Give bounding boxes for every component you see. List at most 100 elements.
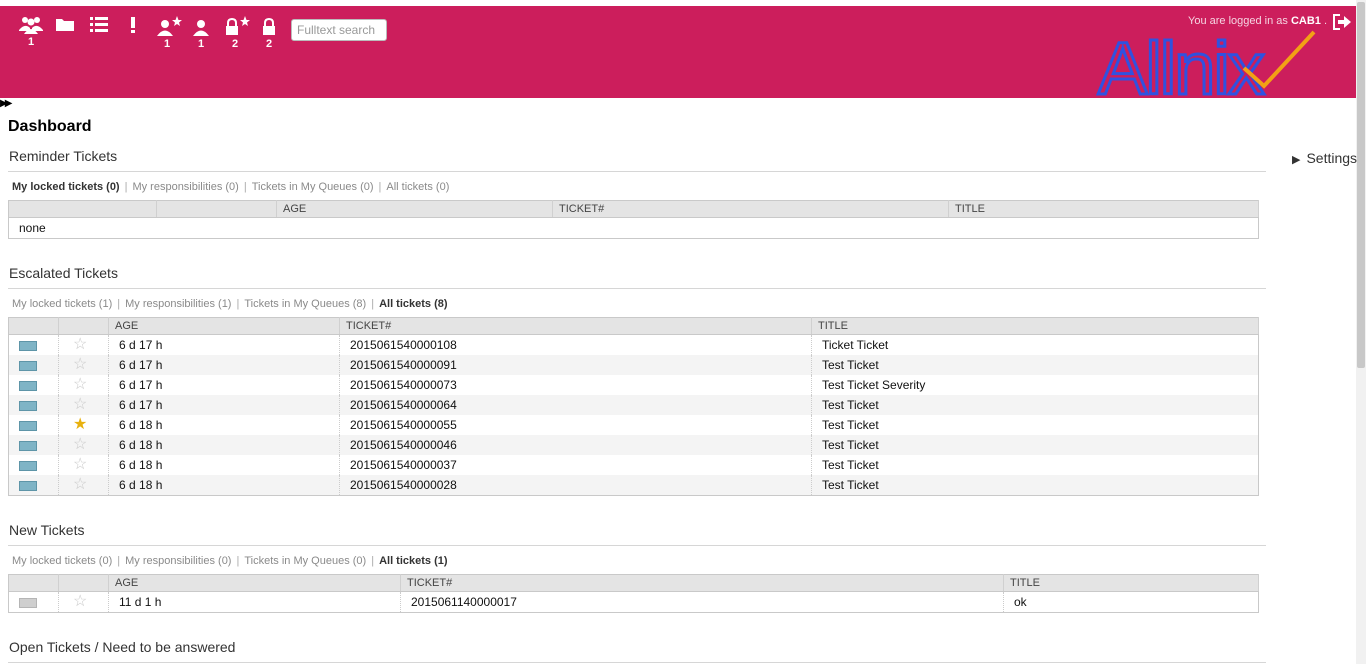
ticket-number-cell[interactable]: 2015061540000037 bbox=[339, 455, 812, 475]
col-ticket[interactable]: TICKET# bbox=[400, 574, 1004, 592]
title-cell[interactable]: Test Ticket bbox=[811, 395, 1259, 415]
favorite-star-icon[interactable]: ☆ bbox=[73, 396, 87, 413]
ticket-number-cell[interactable]: 2015061540000091 bbox=[339, 355, 812, 375]
settings-label: Settings bbox=[1306, 150, 1358, 166]
login-user[interactable]: CAB1 bbox=[1291, 15, 1321, 27]
priority-cell bbox=[8, 375, 59, 395]
favorite-cell[interactable]: ☆ bbox=[58, 591, 109, 613]
favorite-star-icon[interactable]: ☆ bbox=[73, 376, 87, 393]
col-age[interactable]: AGE bbox=[108, 317, 340, 335]
filter-bar: My locked tickets (1) | My responsibilitie… bbox=[12, 298, 448, 310]
col-priority bbox=[8, 317, 59, 335]
ticket-number-cell[interactable]: 2015061140000017 bbox=[400, 591, 1004, 613]
title-cell[interactable]: ok bbox=[1003, 591, 1259, 613]
page-title: Dashboard bbox=[8, 118, 92, 135]
priority-indicator-icon bbox=[19, 340, 37, 351]
header-bar: 1 1 1 2 2 Fulltext search You are logged… bbox=[0, 6, 1356, 112]
locked-nav[interactable]: 2 bbox=[256, 16, 282, 50]
favorite-cell[interactable]: ☆ bbox=[58, 355, 109, 375]
sidebar-toggle-icon[interactable]: ▶▶ bbox=[0, 98, 13, 109]
table-row[interactable]: ☆ 6 d 18 h 2015061540000028 Test Ticket bbox=[8, 475, 1259, 496]
filter-all-tickets[interactable]: All tickets (8) bbox=[379, 298, 447, 310]
col-title[interactable]: TITLE bbox=[1003, 574, 1259, 592]
table-row[interactable]: ☆ 6 d 17 h 2015061540000108 Ticket Ticket bbox=[8, 334, 1259, 355]
favorite-cell[interactable]: ☆ bbox=[58, 455, 109, 475]
title-cell[interactable]: Test Ticket bbox=[811, 475, 1259, 496]
filter-my-locked[interactable]: My locked tickets (1) bbox=[12, 298, 112, 310]
fulltext-search-input[interactable] bbox=[291, 19, 387, 41]
table-row[interactable]: ☆ 6 d 17 h 2015061540000091 Test Ticket bbox=[8, 355, 1259, 375]
favorite-cell[interactable]: ☆ bbox=[58, 395, 109, 415]
filter-my-queues[interactable]: Tickets in My Queues (0) bbox=[244, 555, 366, 567]
col-title[interactable]: TITLE bbox=[948, 200, 1259, 218]
logout-button[interactable] bbox=[1332, 14, 1352, 35]
filter-my-responsibilities[interactable]: My responsibilities (0) bbox=[132, 181, 238, 193]
filter-my-queues[interactable]: Tickets in My Queues (0) bbox=[252, 181, 374, 193]
filter-all-tickets[interactable]: All tickets (1) bbox=[379, 555, 447, 567]
widget-title: Open Tickets / Need to be answered bbox=[8, 639, 1266, 663]
favorite-star-icon[interactable]: ☆ bbox=[73, 336, 87, 353]
reminder-table: AGE TICKET# TITLE none bbox=[8, 200, 1259, 239]
widget-title: New Tickets bbox=[8, 522, 1266, 546]
filter-my-locked[interactable]: My locked tickets (0) bbox=[12, 181, 120, 193]
col-age[interactable]: AGE bbox=[276, 200, 553, 218]
col-title[interactable]: TITLE bbox=[811, 317, 1259, 335]
favorite-star-icon[interactable]: ☆ bbox=[73, 436, 87, 453]
list-icon bbox=[90, 17, 108, 32]
filter-my-locked[interactable]: My locked tickets (0) bbox=[12, 555, 112, 567]
logo-text: Allnix bbox=[1098, 28, 1265, 96]
ticket-number-cell[interactable]: 2015061540000028 bbox=[339, 475, 812, 496]
table-row[interactable]: ☆ 6 d 17 h 2015061540000073 Test Ticket Sev… bbox=[8, 375, 1259, 395]
filter-all-tickets[interactable]: All tickets (0) bbox=[386, 181, 449, 193]
title-cell[interactable]: Test Ticket Severity bbox=[811, 375, 1259, 395]
age-cell: 6 d 17 h bbox=[108, 375, 340, 395]
filter-my-responsibilities[interactable]: My responsibilities (0) bbox=[125, 555, 231, 567]
nav-count: 1 bbox=[27, 36, 35, 48]
table-row[interactable]: ☆ 6 d 17 h 2015061540000064 Test Ticket bbox=[8, 395, 1259, 415]
table-row[interactable]: ☆ 6 d 18 h 2015061540000046 Test Ticket bbox=[8, 435, 1259, 455]
favorite-cell[interactable]: ☆ bbox=[58, 375, 109, 395]
ticket-number-cell[interactable]: 2015061540000073 bbox=[339, 375, 812, 395]
title-cell[interactable]: Test Ticket bbox=[811, 355, 1259, 375]
logout-icon bbox=[1333, 14, 1351, 30]
title-cell[interactable]: Test Ticket bbox=[811, 455, 1259, 475]
empty-message: none bbox=[8, 217, 1259, 239]
widget-title: Escalated Tickets bbox=[8, 265, 1266, 289]
favorite-star-icon[interactable]: ☆ bbox=[73, 593, 87, 610]
priority-indicator-icon bbox=[19, 460, 37, 471]
favorite-cell[interactable]: ★ bbox=[58, 415, 109, 435]
scrollbar-thumb[interactable] bbox=[1357, 2, 1365, 368]
favorite-cell[interactable]: ☆ bbox=[58, 334, 109, 355]
responsible-nav[interactable]: 1 bbox=[154, 16, 182, 50]
queue-view-nav[interactable] bbox=[52, 16, 78, 32]
customers-nav[interactable]: 1 bbox=[18, 16, 44, 48]
ticket-number-cell[interactable]: 2015061540000064 bbox=[339, 395, 812, 415]
favorite-star-icon[interactable]: ☆ bbox=[73, 476, 87, 493]
col-age[interactable]: AGE bbox=[108, 574, 401, 592]
title-cell[interactable]: Ticket Ticket bbox=[811, 334, 1259, 355]
settings-toggle[interactable]: ▶ Settings bbox=[1292, 150, 1357, 166]
status-view-nav[interactable] bbox=[86, 16, 112, 34]
filter-bar: My locked tickets (0) | My responsibilitie… bbox=[12, 181, 450, 193]
title-cell[interactable]: Test Ticket bbox=[811, 415, 1259, 435]
favorite-star-icon[interactable]: ☆ bbox=[73, 356, 87, 373]
col-ticket[interactable]: TICKET# bbox=[552, 200, 949, 218]
table-row[interactable]: ☆ 11 d 1 h 2015061140000017 ok bbox=[8, 591, 1259, 613]
locked-new-nav[interactable]: 2 bbox=[222, 16, 250, 50]
priority-indicator-icon bbox=[19, 480, 37, 491]
favorite-cell[interactable]: ☆ bbox=[58, 435, 109, 455]
ticket-number-cell[interactable]: 2015061540000046 bbox=[339, 435, 812, 455]
favorite-cell[interactable]: ☆ bbox=[58, 475, 109, 496]
filter-my-responsibilities[interactable]: My responsibilities (1) bbox=[125, 298, 231, 310]
col-ticket[interactable]: TICKET# bbox=[339, 317, 812, 335]
ticket-number-cell[interactable]: 2015061540000055 bbox=[339, 415, 812, 435]
favorite-star-icon[interactable]: ★ bbox=[73, 416, 87, 433]
filter-my-queues[interactable]: Tickets in My Queues (8) bbox=[244, 298, 366, 310]
table-row[interactable]: ★ 6 d 18 h 2015061540000055 Test Ticket bbox=[8, 415, 1259, 435]
title-cell[interactable]: Test Ticket bbox=[811, 435, 1259, 455]
ticket-number-cell[interactable]: 2015061540000108 bbox=[339, 334, 812, 355]
watched-nav[interactable]: 1 bbox=[188, 16, 214, 50]
table-row[interactable]: ☆ 6 d 18 h 2015061540000037 Test Ticket bbox=[8, 455, 1259, 475]
escalation-view-nav[interactable] bbox=[120, 16, 146, 34]
favorite-star-icon[interactable]: ☆ bbox=[73, 456, 87, 473]
